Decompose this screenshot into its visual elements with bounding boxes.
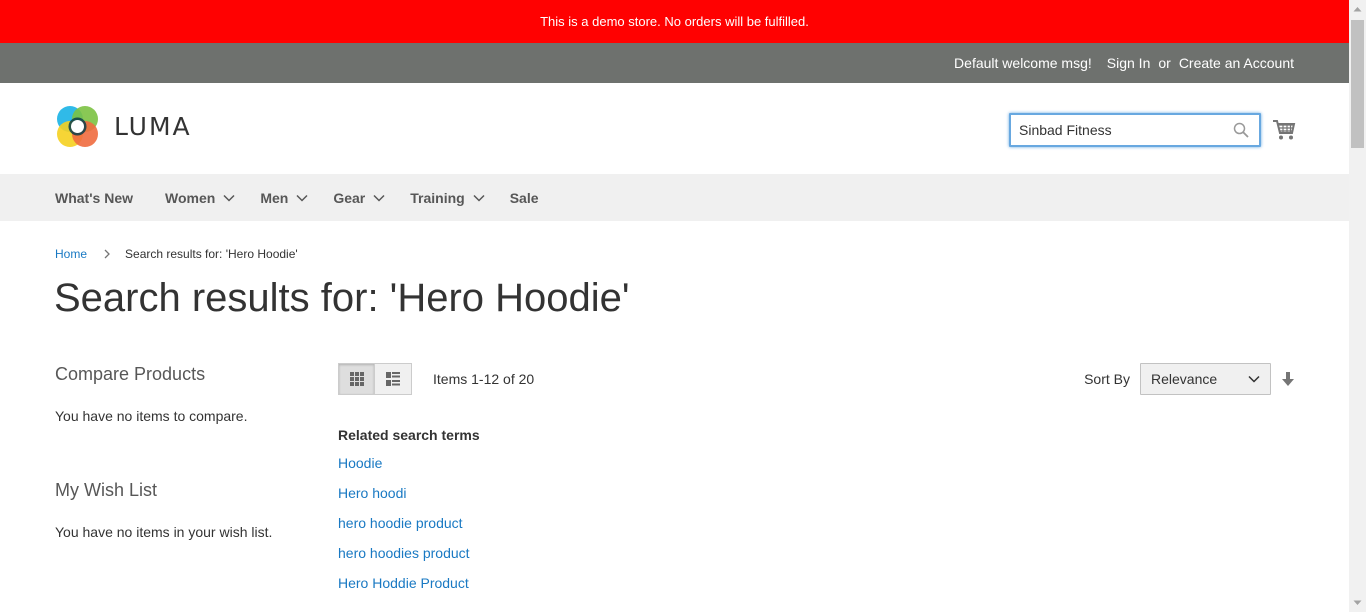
sort-select-value: Relevance xyxy=(1151,371,1218,387)
search-icon[interactable] xyxy=(1233,122,1249,138)
compare-block: Compare Products You have no items to co… xyxy=(55,364,248,424)
toolbar-amount: Items 1-12 of 20 xyxy=(433,371,535,387)
wishlist-empty-text: You have no items in your wish list. xyxy=(55,524,273,540)
sort-select[interactable]: Relevance xyxy=(1140,363,1271,395)
nav-item-label: Gear xyxy=(333,189,366,206)
nav-item-gear[interactable]: Gear xyxy=(333,174,385,221)
search-input[interactable] xyxy=(1019,115,1229,145)
view-modes xyxy=(338,363,412,395)
nav-item-women[interactable]: Women xyxy=(165,174,235,221)
grid-mode-button[interactable] xyxy=(338,363,375,395)
page-scrollbar[interactable] xyxy=(1349,0,1366,612)
header-content: LUMA xyxy=(0,83,1349,174)
compare-empty-text: You have no items to compare. xyxy=(55,408,248,424)
related-term-link[interactable]: Hero Hoddie Product xyxy=(338,575,469,591)
list-item: hero hoodies product xyxy=(338,545,480,575)
nav-item-label: Women xyxy=(165,189,216,206)
related-list: Hoodie Hero hoodi hero hoodie product he… xyxy=(338,455,480,605)
nav-item-whats-new[interactable]: What's New xyxy=(55,174,133,221)
page-title: Search results for: 'Hero Hoodie' xyxy=(54,276,630,320)
list-item: Hero Hoddie Product xyxy=(338,575,480,605)
nav-item-label: What's New xyxy=(55,189,134,206)
grid-icon xyxy=(349,372,364,386)
welcome-message: Default welcome msg! xyxy=(954,55,1092,71)
search-box xyxy=(1009,113,1261,147)
sort-label: Sort By xyxy=(1084,371,1130,387)
list-item: Hero hoodi xyxy=(338,485,480,515)
chevron-right-icon xyxy=(104,249,110,259)
nav-item-label: Sale xyxy=(509,189,539,206)
chevron-down-icon xyxy=(1248,375,1260,383)
wishlist-block: My Wish List You have no items in your w… xyxy=(55,480,315,540)
demo-notice: This is a demo store. No orders will be … xyxy=(0,0,1349,43)
nav-item-training[interactable]: Training xyxy=(410,174,485,221)
breadcrumb-home-link[interactable]: Home xyxy=(55,247,87,261)
list-item: hero hoodie product xyxy=(338,515,480,545)
or-text: or xyxy=(1158,55,1171,71)
list-mode-button[interactable] xyxy=(375,363,412,395)
header-links: Default welcome msg! Sign In or Create a… xyxy=(954,43,1294,83)
scroll-down-icon[interactable] xyxy=(1353,600,1362,606)
chevron-down-icon xyxy=(296,194,308,202)
related-search-terms: Related search terms Hoodie Hero hoodi h… xyxy=(338,427,480,605)
compare-title: Compare Products xyxy=(55,364,206,384)
related-term-link[interactable]: hero hoodies product xyxy=(338,545,470,561)
related-term-link[interactable]: hero hoodie product xyxy=(338,515,463,531)
scroll-up-icon[interactable] xyxy=(1353,6,1362,12)
chevron-down-icon xyxy=(373,194,385,202)
chevron-down-icon xyxy=(223,194,235,202)
create-account-link[interactable]: Create an Account xyxy=(1179,55,1294,71)
main-nav: What's New Women Men Gear Training Sale xyxy=(0,174,1349,221)
related-term-link[interactable]: Hero hoodi xyxy=(338,485,407,501)
nav-item-label: Training xyxy=(410,189,465,206)
panel-header: Default welcome msg! Sign In or Create a… xyxy=(0,43,1349,83)
sorter: Sort By Relevance xyxy=(1084,363,1295,395)
wishlist-title: My Wish List xyxy=(55,480,158,500)
cart-icon[interactable] xyxy=(1272,119,1296,141)
related-term-link[interactable]: Hoodie xyxy=(338,455,382,471)
logo[interactable]: LUMA xyxy=(55,104,192,149)
scrollbar-thumb[interactable] xyxy=(1351,20,1364,148)
logo-text: LUMA xyxy=(114,112,192,141)
list-icon xyxy=(386,372,400,386)
related-title: Related search terms xyxy=(338,427,480,443)
nav-item-sale[interactable]: Sale xyxy=(510,174,539,221)
nav-item-label: Men xyxy=(260,189,289,206)
breadcrumb: Home Search results for: 'Hero Hoodie' xyxy=(55,247,298,261)
sign-in-link[interactable]: Sign In xyxy=(1107,55,1151,71)
luma-logo-icon xyxy=(57,106,98,147)
list-item: Hoodie xyxy=(338,455,480,485)
nav-item-men[interactable]: Men xyxy=(260,174,308,221)
toolbar: Items 1-12 of 20 Sort By Relevance xyxy=(338,363,1295,395)
sort-arrow-down-icon[interactable] xyxy=(1281,371,1295,387)
breadcrumb-current: Search results for: 'Hero Hoodie' xyxy=(125,247,298,261)
chevron-down-icon xyxy=(473,194,485,202)
